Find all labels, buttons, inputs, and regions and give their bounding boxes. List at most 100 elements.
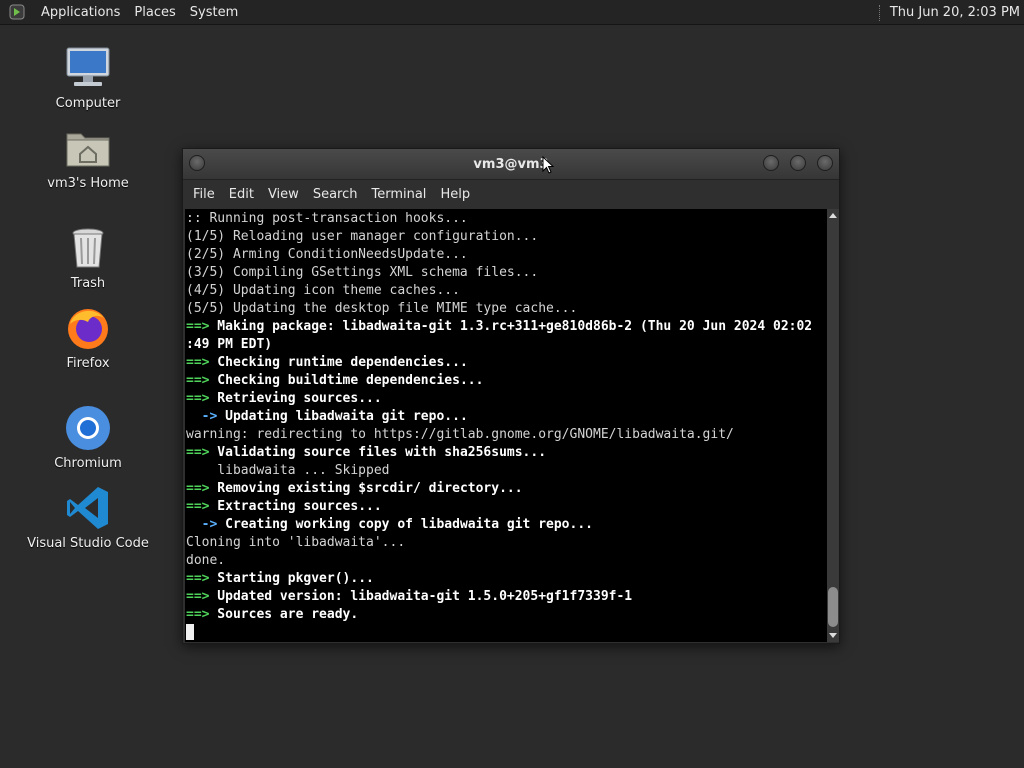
trash-icon (72, 228, 104, 268)
desktop-icon-label: Chromium (54, 456, 122, 471)
minimize-button[interactable] (763, 155, 779, 171)
menu-file[interactable]: File (186, 187, 222, 202)
system-menu[interactable]: System (183, 5, 245, 20)
desktop-icon-firefox[interactable]: Firefox (23, 304, 153, 371)
terminal-line: (4/5) Updating icon theme caches... (186, 282, 827, 300)
terminal-line-text: Checking buildtime dependencies... (209, 373, 484, 388)
terminal-line-text: :: Running post-transaction hooks... (186, 211, 468, 226)
terminal-line: ==> Extracting sources... (186, 498, 827, 516)
firefox-icon (68, 309, 108, 349)
window-menu-button[interactable] (189, 155, 205, 171)
terminal-line-prefix: ==> (186, 499, 210, 514)
terminal-line-text: (2/5) Arming ConditionNeedsUpdate... (186, 247, 468, 262)
terminal-line-text: (5/5) Updating the desktop file MIME typ… (186, 301, 578, 316)
terminal-line-text: Making package: libadwaita-git 1.3.rc+31… (209, 319, 813, 334)
terminal-line: ==> Sources are ready. (186, 606, 827, 624)
menu-search[interactable]: Search (306, 187, 365, 202)
window-title: vm3@vm3 (473, 156, 549, 172)
terminal-line-text: Sources are ready. (209, 607, 359, 622)
terminal-line: ==> Removing existing $srcdir/ directory… (186, 480, 827, 498)
terminal-line-text: done. (186, 553, 226, 568)
menu-view[interactable]: View (261, 187, 306, 202)
desktop-icon-label: Computer (55, 96, 121, 111)
top-panel: Applications Places System Thu Jun 20, 2… (0, 0, 1024, 25)
terminal-line-prefix: ==> (186, 373, 210, 388)
terminal-prompt-line (186, 624, 827, 642)
terminal-line-prefix: -> (186, 409, 218, 424)
window-titlebar[interactable]: vm3@vm3 (183, 149, 839, 180)
terminal-line-text: Validating source files with sha256sums.… (209, 445, 547, 460)
terminal-line: ==> Checking runtime dependencies... (186, 354, 827, 372)
applications-menu-icon[interactable] (8, 3, 26, 21)
terminal-line: libadwaita ... Skipped (186, 462, 827, 480)
terminal-line: ==> Starting pkgver()... (186, 570, 827, 588)
terminal-line-prefix: -> (186, 517, 218, 532)
desktop-icon-label: Visual Studio Code (27, 536, 149, 551)
terminal-line-prefix: ==> (186, 391, 210, 406)
terminal-line: (1/5) Reloading user manager configurati… (186, 228, 827, 246)
menu-terminal[interactable]: Terminal (364, 187, 433, 202)
terminal-line-text: Cloning into 'libadwaita'... (186, 535, 406, 550)
terminal-line: ==> Retrieving sources... (186, 390, 827, 408)
terminal-line-prefix: ==> (186, 319, 210, 334)
desktop-icon-chromium[interactable]: Chromium (23, 404, 153, 471)
terminal-line: Cloning into 'libadwaita'... (186, 534, 827, 552)
terminal-line-text: (3/5) Compiling GSettings XML schema fil… (186, 265, 539, 280)
terminal-menubar: File Edit View Search Terminal Help (183, 180, 839, 208)
terminal-line: (5/5) Updating the desktop file MIME typ… (186, 300, 827, 318)
menu-edit[interactable]: Edit (222, 187, 261, 202)
mouse-pointer-icon (542, 156, 554, 174)
terminal-line: done. (186, 552, 827, 570)
desktop-icon-trash[interactable]: Trash (23, 224, 153, 291)
desktop-icon-vscode[interactable]: Visual Studio Code (23, 484, 153, 551)
terminal-output[interactable]: :: Running post-transaction hooks...(1/5… (185, 209, 827, 642)
terminal-line: warning: redirecting to https://gitlab.g… (186, 426, 827, 444)
terminal-line: (2/5) Arming ConditionNeedsUpdate... (186, 246, 827, 264)
terminal-line-text: Retrieving sources... (209, 391, 382, 406)
terminal-line-prefix: ==> (186, 481, 210, 496)
home-folder-icon (66, 133, 110, 167)
close-button[interactable] (817, 155, 833, 171)
terminal-lines: :: Running post-transaction hooks...(1/5… (185, 209, 827, 642)
desktop-icon-computer[interactable]: Computer (23, 44, 153, 111)
terminal-line: :: Running post-transaction hooks... (186, 210, 827, 228)
terminal-line-text: libadwaita ... Skipped (186, 463, 390, 478)
scroll-down-arrow-icon[interactable] (829, 633, 837, 638)
places-menu[interactable]: Places (127, 5, 182, 20)
terminal-line: -> Creating working copy of libadwaita g… (186, 516, 827, 534)
terminal-line-prefix: ==> (186, 571, 210, 586)
terminal-line-prefix: ==> (186, 355, 210, 370)
terminal-line-text: Updated version: libadwaita-git 1.5.0+20… (209, 589, 633, 604)
terminal-line: -> Updating libadwaita git repo... (186, 408, 827, 426)
vscode-icon (67, 487, 108, 529)
terminal-line-text: Updating libadwaita git repo... (217, 409, 468, 424)
panel-separator (878, 4, 882, 21)
terminal-line: ==> Validating source files with sha256s… (186, 444, 827, 462)
terminal-line-prefix: ==> (186, 445, 210, 460)
menu-help[interactable]: Help (433, 187, 477, 202)
terminal-line-text: (4/5) Updating icon theme caches... (186, 283, 460, 298)
terminal-line: ==> Checking buildtime dependencies... (186, 372, 827, 390)
maximize-button[interactable] (790, 155, 806, 171)
terminal-line-text: Extracting sources... (209, 499, 382, 514)
terminal-line-text: (1/5) Reloading user manager configurati… (186, 229, 539, 244)
terminal-line: ==> Updated version: libadwaita-git 1.5.… (186, 588, 827, 606)
computer-icon (66, 47, 110, 86)
applications-menu[interactable]: Applications (34, 5, 127, 20)
clock[interactable]: Thu Jun 20, 2:03 PM (890, 5, 1024, 20)
terminal-line-text: :49 PM EDT) (186, 337, 273, 352)
scroll-up-arrow-icon[interactable] (829, 213, 837, 218)
terminal-window: vm3@vm3 File Edit View Search Terminal H… (182, 148, 840, 644)
desktop-icon-label: Trash (70, 276, 106, 291)
terminal-line: (3/5) Compiling GSettings XML schema fil… (186, 264, 827, 282)
terminal-cursor (186, 624, 194, 640)
terminal-scrollbar[interactable] (827, 209, 839, 642)
terminal-line: :49 PM EDT) (186, 336, 827, 354)
panel-right-area: Thu Jun 20, 2:03 PM (878, 0, 1024, 25)
terminal-line-text: Removing existing $srcdir/ directory... (209, 481, 523, 496)
terminal-line-text: Creating working copy of libadwaita git … (217, 517, 593, 532)
terminal-line-prefix: ==> (186, 589, 210, 604)
desktop-icon-home[interactable]: vm3's Home (23, 124, 153, 191)
terminal-line-prefix: ==> (186, 607, 210, 622)
scroll-thumb[interactable] (828, 587, 838, 627)
